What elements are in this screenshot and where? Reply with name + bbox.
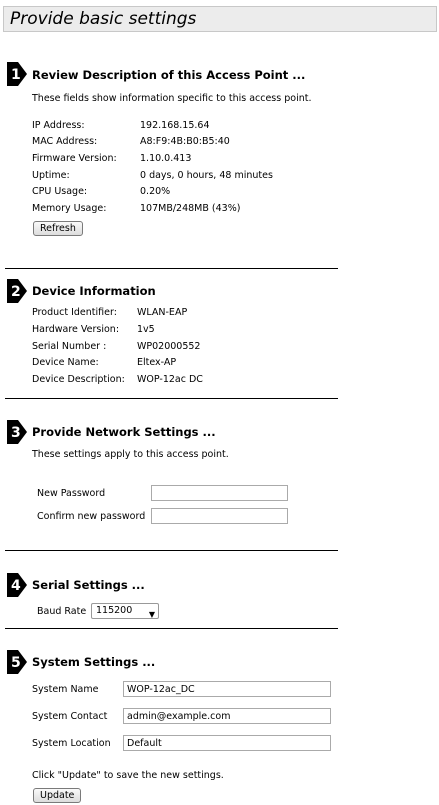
system-contact-label: System Contact xyxy=(32,711,108,722)
system-name-field[interactable] xyxy=(123,681,331,697)
confirm-password-field[interactable] xyxy=(151,508,288,524)
page-title: Provide basic settings xyxy=(10,9,197,29)
system-location-label: System Location xyxy=(32,738,111,749)
section-divider xyxy=(5,550,338,551)
chevron-down-icon: ▼ xyxy=(148,610,155,619)
device-description-value: WOP-12ac DC xyxy=(137,374,203,385)
uptime-value: 0 days, 0 hours, 48 minutes xyxy=(140,170,273,181)
section-network-description: These settings apply to this access poin… xyxy=(32,449,229,460)
step-1-icon: 1 xyxy=(7,62,27,86)
section-review-description: These fields show information specific t… xyxy=(32,93,312,104)
confirm-password-label: Confirm new password xyxy=(37,511,146,522)
step-5-icon: 5 xyxy=(7,650,27,674)
section-device-title: Device Information xyxy=(32,284,156,298)
step-3-icon: 3 xyxy=(7,420,27,444)
section-network-title: Provide Network Settings ... xyxy=(32,425,216,439)
firmware-version-label: Firmware Version: xyxy=(32,153,117,164)
section-divider xyxy=(5,628,338,629)
hardware-version-value: 1v5 xyxy=(137,324,155,335)
cpu-usage-value: 0.20% xyxy=(140,186,171,197)
section-review-title: Review Description of this Access Point … xyxy=(32,68,306,82)
memory-usage-value: 107MB/248MB (43%) xyxy=(140,203,241,214)
new-password-field[interactable] xyxy=(151,485,288,501)
device-description-label: Device Description: xyxy=(32,374,125,385)
serial-number-value: WP02000552 xyxy=(137,341,201,352)
svg-text:1: 1 xyxy=(11,67,21,83)
new-password-label: New Password xyxy=(37,488,106,499)
baud-rate-label: Baud Rate xyxy=(37,606,87,617)
svg-text:3: 3 xyxy=(11,425,21,441)
baud-rate-value: 115200 xyxy=(96,605,133,616)
section-serial-title: Serial Settings ... xyxy=(32,578,145,592)
serial-number-label: Serial Number : xyxy=(32,341,107,352)
mac-address-label: MAC Address: xyxy=(32,136,98,147)
firmware-version-value: 1.10.0.413 xyxy=(140,153,192,164)
refresh-button[interactable]: Refresh xyxy=(33,221,83,236)
baud-rate-select[interactable]: 115200 ▼ xyxy=(91,603,159,619)
step-2-icon: 2 xyxy=(7,279,27,303)
svg-text:2: 2 xyxy=(11,284,21,300)
section-system-title: System Settings ... xyxy=(32,655,156,669)
ip-address-label: IP Address: xyxy=(32,120,85,131)
svg-text:4: 4 xyxy=(11,578,21,594)
uptime-label: Uptime: xyxy=(32,170,70,181)
system-location-field[interactable] xyxy=(123,735,331,751)
product-identifier-value: WLAN-EAP xyxy=(137,307,188,318)
system-name-label: System Name xyxy=(32,684,99,695)
device-name-label: Device Name: xyxy=(32,357,99,368)
product-identifier-label: Product Identifier: xyxy=(32,307,117,318)
device-name-value: Eltex-AP xyxy=(137,357,177,368)
page-title-bar: Provide basic settings xyxy=(3,6,437,32)
section-divider xyxy=(5,268,338,269)
cpu-usage-label: CPU Usage: xyxy=(32,186,88,197)
svg-text:5: 5 xyxy=(11,655,21,671)
update-hint: Click "Update" to save the new settings. xyxy=(32,770,224,781)
memory-usage-label: Memory Usage: xyxy=(32,203,107,214)
step-4-icon: 4 xyxy=(7,573,27,597)
hardware-version-label: Hardware Version: xyxy=(32,324,120,335)
system-contact-field[interactable] xyxy=(123,708,331,724)
ip-address-value: 192.168.15.64 xyxy=(140,120,210,131)
section-divider xyxy=(5,398,338,399)
mac-address-value: A8:F9:4B:B0:B5:40 xyxy=(140,136,230,147)
update-button[interactable]: Update xyxy=(33,788,82,803)
